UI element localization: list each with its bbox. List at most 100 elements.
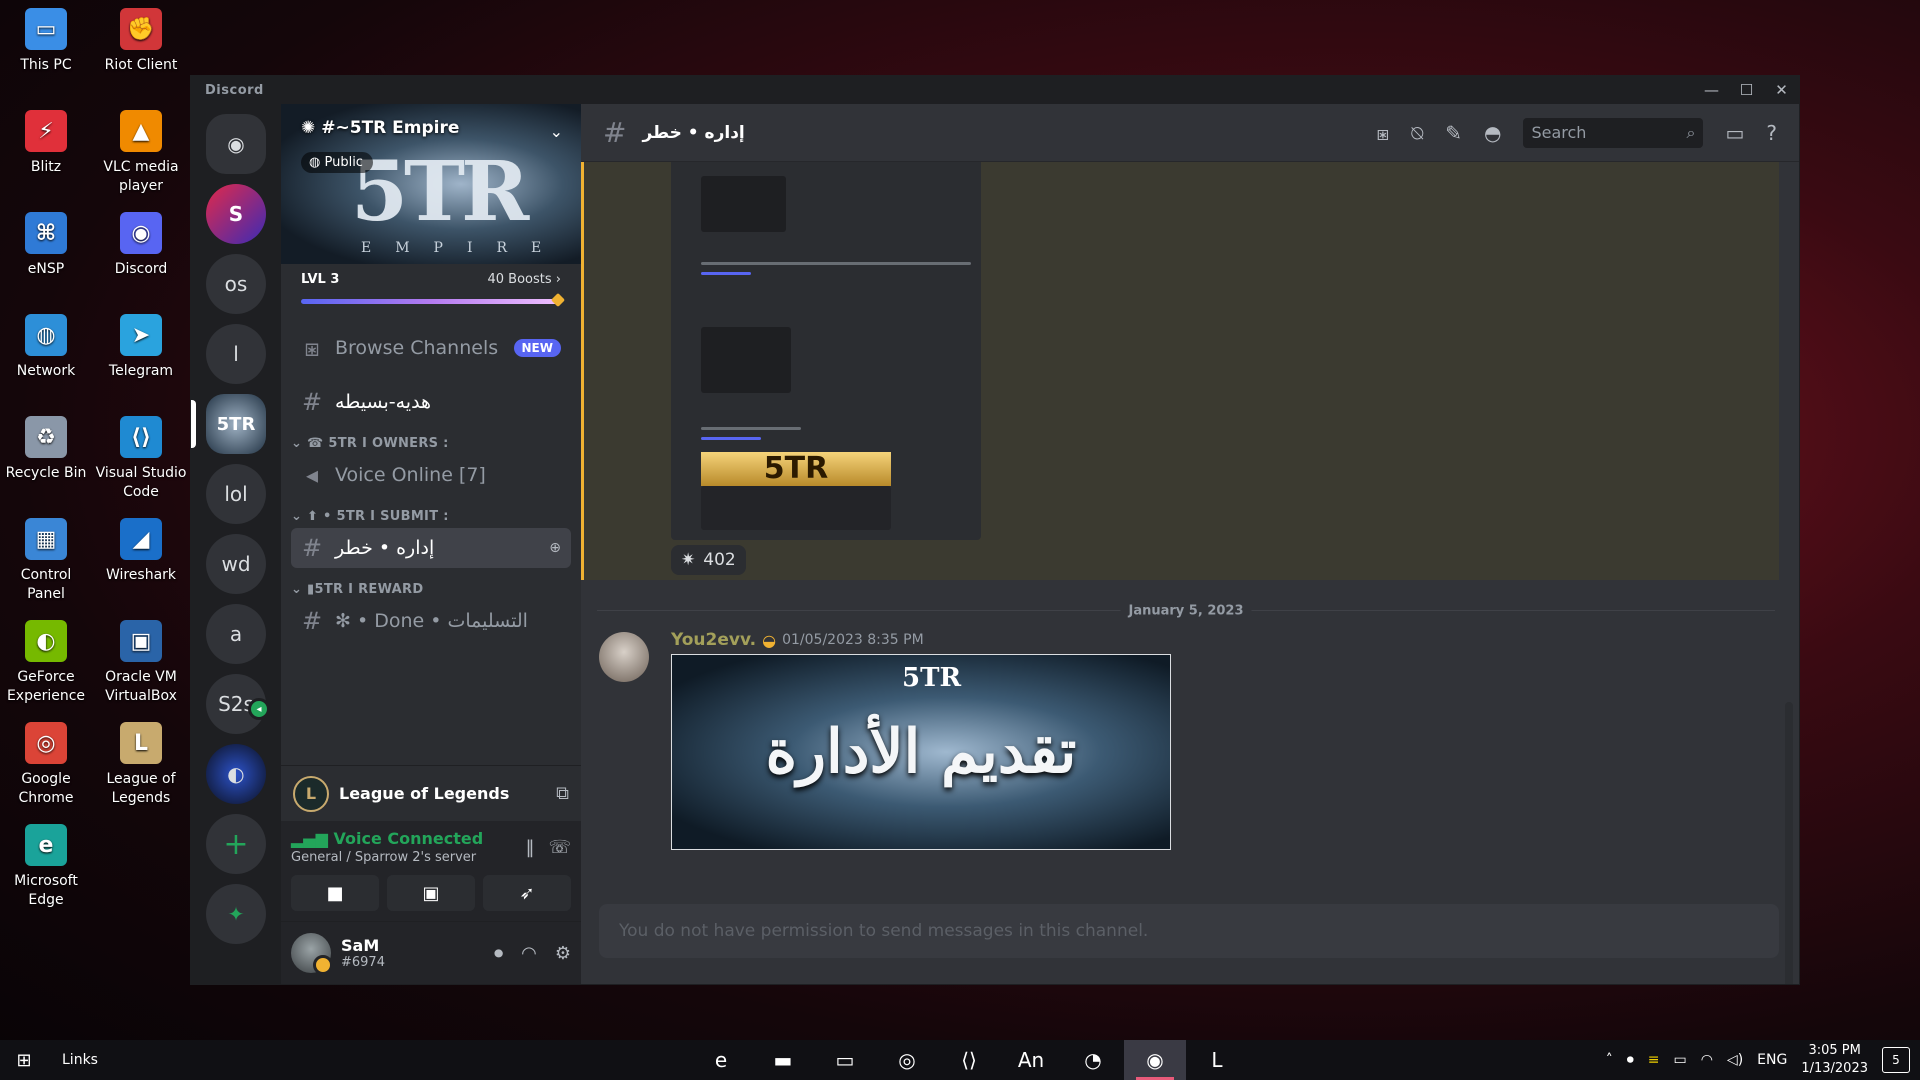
- share-screen-button[interactable]: ▣: [387, 875, 475, 911]
- help-icon[interactable]: ?: [1766, 121, 1777, 145]
- invite-member-icon[interactable]: ⊕: [549, 540, 561, 556]
- embed-line: [701, 272, 751, 275]
- language-indicator[interactable]: ENG: [1757, 1052, 1787, 1068]
- channel-label: هديه-بسيطه: [335, 391, 432, 413]
- notification-center-icon[interactable]: 5: [1882, 1047, 1910, 1073]
- add-server-button[interactable]: +: [206, 814, 266, 874]
- user-avatar[interactable]: [291, 933, 333, 975]
- text-channel[interactable]: # إداره • خطر ⊕: [291, 528, 571, 568]
- channel-category[interactable]: ⌄ ☎ 5TR I OWNERS :: [291, 422, 571, 455]
- guild-l[interactable]: l: [206, 324, 266, 384]
- desktop-shortcut[interactable]: e Microsoft Edge: [0, 824, 92, 910]
- screen-share-icon[interactable]: ⧉: [556, 783, 569, 804]
- channel-category[interactable]: ⌄ ▮5TR I REWARD: [291, 568, 571, 601]
- chevron-down-icon[interactable]: ⌄: [550, 122, 563, 141]
- desktop-shortcut[interactable]: ◍ Network: [0, 314, 92, 381]
- members-icon[interactable]: ◓: [1484, 121, 1501, 145]
- microphone-icon[interactable]: ⏺: [494, 943, 503, 964]
- desktop-shortcut[interactable]: ♻ Recycle Bin: [0, 416, 92, 483]
- taskbar-vscode[interactable]: ⟨⟩: [938, 1040, 1000, 1080]
- taskbar-animate[interactable]: An: [1000, 1040, 1062, 1080]
- headphones-icon[interactable]: ◠: [521, 943, 537, 964]
- clock[interactable]: 3:05 PM 1/13/2023: [1801, 1042, 1868, 1078]
- boost-progress[interactable]: LVL 3 40 Boosts ›: [281, 264, 581, 316]
- message-screenshot-attachment[interactable]: 5TR: [671, 162, 981, 540]
- close-button[interactable]: ✕: [1764, 76, 1799, 104]
- guild-lol[interactable]: lol: [206, 464, 266, 524]
- taskbar-pc[interactable]: ▭: [814, 1040, 876, 1080]
- home-button[interactable]: ◉: [206, 114, 266, 174]
- guild-os[interactable]: os: [206, 254, 266, 314]
- browse-channels[interactable]: ⧆ Browse Channels NEW: [291, 328, 571, 368]
- desktop-shortcut[interactable]: ⟨⟩ Visual Studio Code: [95, 416, 187, 502]
- taskbar-explorer[interactable]: ▬: [752, 1040, 814, 1080]
- minimize-button[interactable]: —: [1694, 76, 1729, 104]
- scrollbar[interactable]: [1785, 702, 1793, 984]
- mute-bell-icon[interactable]: ⍉: [1411, 121, 1423, 145]
- desktop-shortcut[interactable]: ◢ Wireshark: [95, 518, 187, 585]
- channel-top[interactable]: # هديه-بسيطه: [291, 382, 571, 422]
- text-channel[interactable]: # ✻ • Done • التسليمات: [291, 601, 571, 641]
- tray-microphone-icon[interactable]: ⏺: [1627, 1052, 1634, 1068]
- message-list[interactable]: 5TR ✷ 402 January 5, 2023 You2evv. ◒ 01/…: [581, 162, 1799, 984]
- guild-label: l: [233, 342, 239, 366]
- desktop-shortcut-label: VLC media player: [103, 159, 179, 194]
- channel-category[interactable]: ⌄ ⬆ • 5TR I SUBMIT :: [291, 495, 571, 528]
- search-icon: ⌕: [1686, 122, 1696, 142]
- desktop-shortcut[interactable]: L League of Legends: [95, 722, 187, 808]
- inbox-icon[interactable]: ▭: [1725, 121, 1744, 145]
- desktop-shortcut[interactable]: ➤ Telegram: [95, 314, 187, 381]
- message-image-attachment[interactable]: 5TR تقديم الأدارة: [671, 654, 1171, 850]
- pin-icon[interactable]: ✎: [1445, 121, 1462, 145]
- taskbar-discord[interactable]: ◉: [1124, 1040, 1186, 1080]
- noise-suppression-icon[interactable]: ‖: [525, 837, 534, 858]
- guild-a[interactable]: a: [206, 604, 266, 664]
- maximize-button[interactable]: ☐: [1729, 76, 1764, 104]
- start-button[interactable]: ⊞: [0, 1050, 48, 1071]
- desktop-shortcut[interactable]: ◎ Google Chrome: [0, 722, 92, 808]
- taskbar-clock-app[interactable]: ◔: [1062, 1040, 1124, 1080]
- wifi-icon[interactable]: ◠: [1701, 1052, 1713, 1068]
- guild-5tr[interactable]: 5TR: [206, 394, 266, 454]
- desktop-shortcut[interactable]: ▦ Control Panel: [0, 518, 92, 604]
- threads-icon[interactable]: ⧆: [1377, 121, 1390, 145]
- links-toolbar[interactable]: Links: [62, 1052, 98, 1068]
- voice-channel[interactable]: ◂ Voice Online [7]: [291, 455, 571, 495]
- tray-app-icon[interactable]: ≡: [1648, 1052, 1660, 1068]
- server-name-row[interactable]: ✺ #~5TR Empire: [301, 118, 459, 138]
- volume-icon[interactable]: ◁): [1727, 1052, 1743, 1068]
- search-input[interactable]: Search ⌕: [1523, 117, 1704, 148]
- guild-wd[interactable]: wd: [206, 534, 266, 594]
- guild-s2s[interactable]: S2s ◂: [206, 674, 270, 734]
- hash-icon: #: [301, 534, 323, 562]
- settings-gear-icon[interactable]: ⚙: [555, 943, 571, 964]
- desktop-shortcut[interactable]: ▲ VLC media player: [95, 110, 187, 196]
- activity-panel[interactable]: L League of Legends ⧉: [281, 765, 581, 821]
- taskbar-edge[interactable]: e: [690, 1040, 752, 1080]
- taskbar-league[interactable]: L: [1186, 1040, 1248, 1080]
- voice-status[interactable]: ▂▄▆ Voice Connected: [291, 829, 483, 848]
- author-avatar[interactable]: [599, 632, 649, 682]
- voice-location[interactable]: General / Sparrow 2's server: [291, 850, 483, 865]
- taskbar-chrome[interactable]: ◎: [876, 1040, 938, 1080]
- desktop-shortcut[interactable]: ⌘ eNSP: [0, 212, 92, 279]
- chevron-up-icon[interactable]: ˄: [1606, 1052, 1613, 1068]
- desktop-shortcut-label: GeForce Experience: [6, 669, 86, 704]
- desktop-shortcut[interactable]: ⚡ Blitz: [0, 110, 92, 177]
- author-name[interactable]: You2evv.: [671, 630, 756, 650]
- desktop-shortcut[interactable]: ◐ GeForce Experience: [0, 620, 92, 706]
- battery-icon[interactable]: ▭: [1673, 1052, 1686, 1068]
- desktop-shortcut[interactable]: ▣ Oracle VM VirtualBox: [95, 620, 187, 706]
- desktop-shortcut[interactable]: ✊ Riot Client: [95, 8, 187, 75]
- guild-s[interactable]: S: [206, 184, 266, 244]
- activity-button[interactable]: ➶: [483, 875, 571, 911]
- server-banner[interactable]: 5TR EMPIRE ✺ #~5TR Empire ◍ Public ⌄: [281, 104, 581, 264]
- desktop-shortcut[interactable]: ◉ Discord: [95, 212, 187, 279]
- reaction-button[interactable]: ✷ 402: [671, 545, 746, 575]
- desktop-shortcut[interactable]: ▭ This PC: [0, 8, 92, 75]
- camera-button[interactable]: ■: [291, 875, 379, 911]
- disconnect-icon[interactable]: ☏: [548, 837, 571, 858]
- explore-servers-button[interactable]: ✦: [206, 884, 266, 944]
- taskbar-pc-icon: ▭: [835, 1048, 855, 1072]
- guild-sonic[interactable]: ◐: [206, 744, 266, 804]
